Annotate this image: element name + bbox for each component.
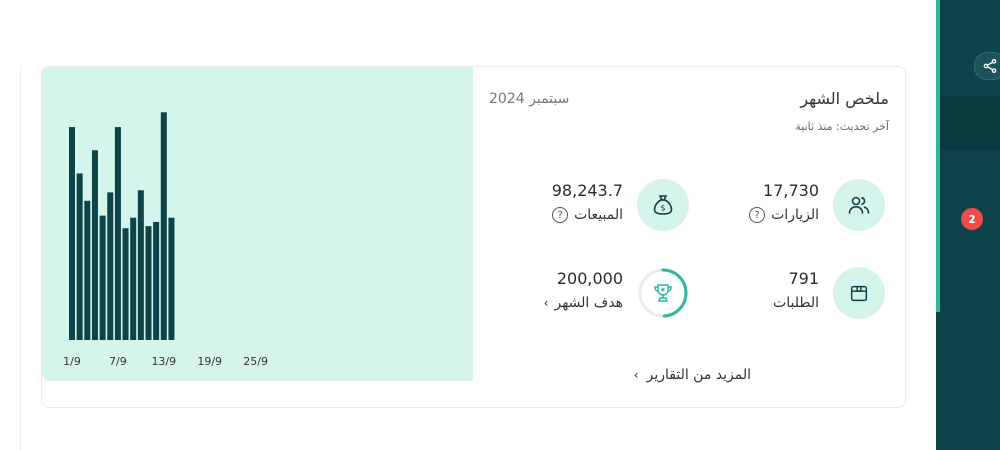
visits-stat: 17,730 الزيارات ? <box>685 179 885 235</box>
orders-value: 791 <box>788 269 819 288</box>
chart-bar <box>91 150 98 340</box>
x-tick-label: 19/9 <box>197 355 222 368</box>
users-icon <box>833 179 885 231</box>
x-tick-label: 25/9 <box>243 355 268 368</box>
sales-label: المبيعات <box>574 207 623 223</box>
goal-stat: 200,000 هدف الشهر › <box>489 267 689 323</box>
sidebar-accent-bar <box>936 0 940 312</box>
sidebar-active-band <box>940 96 1000 150</box>
more-reports-label: المزيد من التقارير <box>646 367 751 383</box>
chart-bar <box>168 217 175 340</box>
chart-bar <box>114 127 121 340</box>
visits-help-icon[interactable]: ? <box>749 207 766 223</box>
share-icon <box>983 59 997 73</box>
notification-badge[interactable]: 2 <box>961 208 983 230</box>
x-tick-label: 7/9 <box>109 355 127 368</box>
month-summary-card: 1/9 7/9 13/9 19/9 25/9 ملخص الشهر سبتمبر 202… <box>41 66 906 408</box>
chart-bar <box>69 127 75 340</box>
svg-text:$: $ <box>660 204 665 213</box>
chart-bar <box>122 228 129 340</box>
chart-bar <box>84 200 91 340</box>
left-panel-edge <box>0 66 21 450</box>
chevron-left-icon: › <box>543 296 549 310</box>
chart-bar <box>76 173 83 340</box>
orders-label: الطلبات <box>773 295 819 311</box>
visits-label-row: الزيارات ? <box>749 207 819 223</box>
sales-value: 98,243.7 <box>551 181 623 200</box>
box-icon <box>833 267 885 319</box>
goal-label: هدف الشهر <box>554 295 623 311</box>
chart-bar <box>160 112 167 340</box>
chart-bar <box>99 215 106 340</box>
daily-chart: 1/9 7/9 13/9 19/9 25/9 <box>42 67 473 381</box>
chart-bar <box>145 226 152 340</box>
x-tick-label: 1/9 <box>63 355 81 368</box>
last-updated: آخر تحديث: منذ ثانية <box>795 120 889 133</box>
chart-bar <box>153 221 160 340</box>
summary-month: سبتمبر 2024 <box>489 91 570 107</box>
sales-stat: $ 98,243.7 المبيعات ? <box>489 179 689 235</box>
orders-stat: 791 الطلبات <box>685 267 885 323</box>
chart-bar <box>137 190 144 340</box>
summary-title: ملخص الشهر <box>800 89 889 108</box>
chart-bar <box>107 192 114 340</box>
money-bag-icon: $ <box>637 179 689 231</box>
bar-chart: 1/9 7/9 13/9 19/9 25/9 <box>63 112 268 368</box>
visits-value: 17,730 <box>763 181 819 200</box>
x-tick-label: 13/9 <box>151 355 176 368</box>
goal-label-row[interactable]: هدف الشهر › <box>544 295 623 311</box>
chevron-left-icon: › <box>633 368 639 382</box>
goal-value: 200,000 <box>556 269 623 288</box>
more-reports-link[interactable]: المزيد من التقارير › <box>634 367 751 383</box>
sales-help-icon[interactable]: ? <box>552 207 569 223</box>
orders-label-row: الطلبات <box>773 295 819 311</box>
summary-panel: ملخص الشهر سبتمبر 2024 آخر تحديث: منذ ثا… <box>473 67 905 407</box>
goal-progress-ring <box>637 267 689 319</box>
chart-bar <box>130 217 137 340</box>
sales-label-row: المبيعات ? <box>552 207 623 223</box>
trophy-icon <box>654 284 672 302</box>
share-button[interactable] <box>974 52 1000 80</box>
visits-label: الزيارات <box>771 207 819 223</box>
